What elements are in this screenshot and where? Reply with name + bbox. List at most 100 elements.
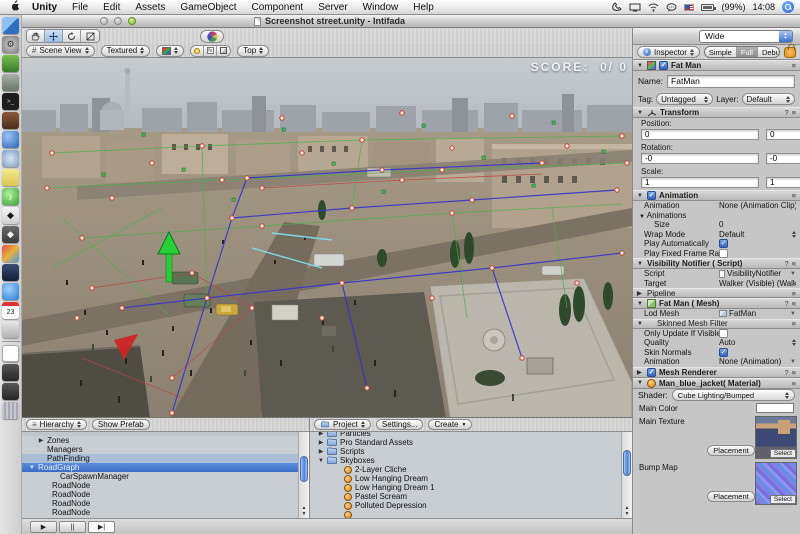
renderer-enabled-checkbox[interactable]: ✓ xyxy=(647,368,656,377)
spotlight-icon[interactable] xyxy=(782,1,794,13)
shader-popup[interactable]: Cube Lighting/Bumped xyxy=(672,389,795,401)
menu-file[interactable]: File xyxy=(72,2,88,13)
menu-window[interactable]: Window xyxy=(363,2,399,13)
play-fixed-checkbox[interactable] xyxy=(719,249,728,258)
color-wheel-button[interactable] xyxy=(200,30,224,43)
rotation-x-field[interactable] xyxy=(641,153,759,164)
view-angle-popup[interactable]: Top xyxy=(237,45,269,57)
project-item-pro-standard-assets[interactable]: ▶Pro Standard Assets xyxy=(310,438,632,447)
inspector-popup[interactable]: i Inspector xyxy=(637,46,700,58)
tag-popup[interactable]: Untagged xyxy=(656,93,713,105)
component-enabled-checkbox[interactable]: ✓ xyxy=(647,191,656,200)
dock-icon-disc-app[interactable] xyxy=(2,150,19,167)
script-row[interactable]: Script VisibilityNotifier▼ xyxy=(633,269,800,279)
project-item-low-hanging-dream[interactable]: Low Hanging Dream xyxy=(310,474,632,483)
chat-icon[interactable] xyxy=(666,3,677,12)
rotation-y-field[interactable] xyxy=(766,153,800,164)
play-automatically-checkbox[interactable]: ✓ xyxy=(719,239,728,248)
lod-mesh-row[interactable]: Lod Mesh FatMan▼ xyxy=(633,309,800,319)
draw-mode-popup[interactable]: Textured xyxy=(101,45,151,57)
scrollbar-arrows[interactable]: ▲▼ xyxy=(622,505,632,517)
only-update-checkbox[interactable] xyxy=(719,329,728,338)
wrap-mode-row[interactable]: Wrap Mode Default xyxy=(633,230,800,240)
animations-foldout-row[interactable]: ▼ Animations xyxy=(633,211,800,221)
dock-icon-itunes[interactable]: ♪ xyxy=(2,188,19,205)
help-icon[interactable]: ? xyxy=(784,108,788,117)
bump-map-select-button[interactable]: Select xyxy=(770,495,796,504)
dock-icon-terminal[interactable]: >_ xyxy=(2,93,19,110)
skin-normals-checkbox[interactable]: ✓ xyxy=(719,348,728,357)
minimize-button[interactable] xyxy=(114,17,122,25)
dock-icon-trash[interactable] xyxy=(2,402,19,419)
menu-clock[interactable]: 14:08 xyxy=(752,2,775,12)
mode-simple[interactable]: Simple xyxy=(705,47,737,57)
mesh-renderer-header[interactable]: ▶ ✓ Mesh Renderer ?≡ xyxy=(633,367,800,378)
menu-server[interactable]: Server xyxy=(318,2,347,13)
move-tool-button[interactable] xyxy=(45,30,63,42)
active-checkbox[interactable]: ✓ xyxy=(659,61,668,70)
hierarchy-item-carspawnmanager[interactable]: CarSpawnManager xyxy=(22,472,309,481)
apple-menu[interactable] xyxy=(10,0,20,14)
position-x-field[interactable] xyxy=(641,129,759,140)
foldout-icon[interactable]: ▼ xyxy=(637,261,644,267)
context-menu-icon[interactable]: ≡ xyxy=(792,108,796,117)
project-popup[interactable]: Project xyxy=(314,419,371,430)
dock-icon-system[interactable]: ⚙ xyxy=(2,36,19,53)
transform-header[interactable]: ▼ Transform ?≡ xyxy=(633,107,800,118)
dock-icon-document[interactable] xyxy=(2,345,19,362)
dock-icon-stickies[interactable] xyxy=(2,169,19,186)
foldout-icon[interactable]: ▼ xyxy=(637,110,644,116)
dock-icon-browser[interactable] xyxy=(2,131,19,148)
step-button[interactable]: ▶| xyxy=(88,521,115,533)
dock-icon-unity-alt[interactable]: ◆ xyxy=(2,226,19,243)
scale-y-field[interactable] xyxy=(766,177,800,188)
context-menu-icon[interactable]: ≡ xyxy=(792,368,796,377)
mode-debug[interactable]: Debug xyxy=(758,47,780,57)
skinned-animation-row[interactable]: Animation None (Animation)▼ xyxy=(633,357,800,367)
material-header[interactable]: ▼ Man_blue_jacket( Material) ≡ xyxy=(633,378,800,389)
foldout-icon[interactable]: ▼ xyxy=(637,321,644,327)
scale-x-field[interactable] xyxy=(641,177,759,188)
menu-edit[interactable]: Edit xyxy=(103,2,120,13)
wifi-icon[interactable] xyxy=(648,3,659,12)
project-scrollbar[interactable]: ▲▼ xyxy=(621,432,632,518)
scene-view-popup[interactable]: # Scene View xyxy=(26,45,95,57)
dock-icon-shark-app[interactable] xyxy=(2,264,19,281)
dock-icon-minimized-window-2[interactable] xyxy=(2,383,19,400)
foldout-icon[interactable]: ▶ xyxy=(637,369,644,376)
mode-full[interactable]: Full xyxy=(737,47,758,57)
project-item-2-layer-cliche[interactable]: 2-Layer Cliche xyxy=(310,465,632,474)
dock-icon-minimized-window-1[interactable] xyxy=(2,364,19,381)
play-automatically-row[interactable]: Play Automatically ✓ xyxy=(633,239,800,249)
project-item-polluted-depression[interactable]: Polluted Depression xyxy=(310,501,632,510)
project-item-scripts[interactable]: ▶Scripts xyxy=(310,447,632,456)
close-button[interactable] xyxy=(100,17,108,25)
bump-map-placement-button[interactable]: Placement xyxy=(707,491,755,502)
menu-gameobject[interactable]: GameObject xyxy=(180,2,236,13)
settings-button[interactable]: Settings... xyxy=(376,419,424,430)
show-prefab-button[interactable]: Show Prefab xyxy=(92,419,150,430)
layout-popup[interactable]: Wide ▲▼ xyxy=(699,30,793,43)
pipeline-header[interactable]: ▶ Pipeline ≡ xyxy=(633,288,800,298)
quality-row[interactable]: Quality Auto xyxy=(633,338,800,348)
context-menu-icon[interactable]: ≡ xyxy=(792,259,796,268)
menu-assets[interactable]: Assets xyxy=(135,2,165,13)
dock-icon-finder[interactable] xyxy=(2,17,19,34)
input-language-flag-icon[interactable] xyxy=(684,4,694,11)
visibility-notifier-header[interactable]: ▼ Visibility Notifier ( Script) ?≡ xyxy=(633,258,800,269)
gameobject-header[interactable]: ▼ ✓ Fat Man ≡ xyxy=(633,60,800,71)
project-item-pastel-scream[interactable]: Pastel Scream xyxy=(310,492,632,501)
project-item-low-hanging-dream-1[interactable]: Low Hanging Dream 1 xyxy=(310,483,632,492)
main-texture-thumbnail[interactable]: Select xyxy=(755,416,797,459)
scale-tool-button[interactable] xyxy=(81,30,99,42)
bump-map-thumbnail[interactable]: Select xyxy=(755,462,797,505)
foldout-icon[interactable]: ▶ xyxy=(637,290,644,297)
create-button[interactable]: Create ▼ xyxy=(428,419,472,430)
main-color-swatch[interactable] xyxy=(756,403,794,413)
foldout-icon[interactable]: ▼ xyxy=(637,193,644,199)
hierarchy-item-roadgraph[interactable]: ▼RoadGraph xyxy=(22,463,309,472)
hierarchy-popup[interactable]: ≡ Hierarchy xyxy=(26,419,87,430)
context-menu-icon[interactable]: ≡ xyxy=(792,289,796,298)
zoom-button[interactable] xyxy=(128,17,136,25)
window-title-bar[interactable]: Screenshot street.unity - Intifada xyxy=(22,15,800,28)
